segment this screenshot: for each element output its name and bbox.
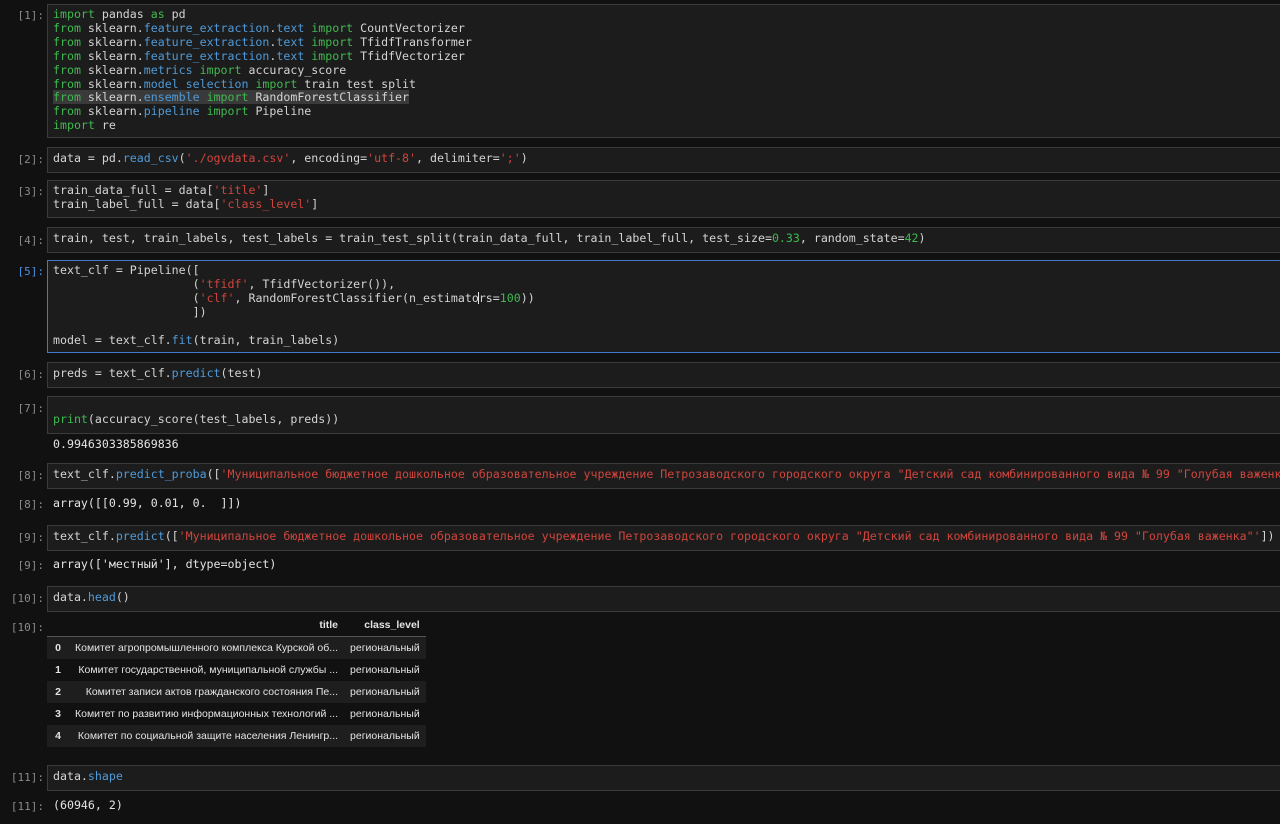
cell-code[interactable]: data.shape (53, 769, 123, 784)
cell-output: array(['местный'], dtype=object) (53, 557, 277, 571)
output-prompt: [8]: (17, 498, 45, 511)
class-level-cell: региональный (350, 664, 420, 676)
code-line: import pandas as pd (53, 7, 186, 21)
class-level-cell: региональный (350, 686, 420, 698)
dataframe-table: title class_level 0 Комитет агропромышле… (47, 614, 426, 747)
cell-code[interactable]: print(accuracy_score(test_labels, preds)… (53, 412, 339, 427)
cell-input[interactable] (47, 765, 1280, 791)
output-prompt: [11]: (10, 800, 44, 813)
cell-prompt: [7]: (17, 402, 45, 415)
table-row: 1 Комитет государственной, муниципальной… (47, 659, 426, 681)
cell-prompt: [4]: (17, 234, 45, 247)
row-index: 4 (55, 730, 61, 742)
table-row: 3 Комитет по развитию информационных тех… (47, 703, 426, 725)
table-row: 4 Комитет по социальной защите населения… (47, 725, 426, 747)
cell-prompt: [11]: (10, 771, 44, 784)
title-cell: Комитет записи актов гражданского состоя… (85, 686, 339, 698)
table-row: 0 Комитет агропромышленного комплекса Ку… (47, 636, 426, 659)
cell-prompt: [8]: (17, 469, 45, 482)
cell-code[interactable]: train_data_full = data['title'] train_la… (53, 183, 318, 212)
title-cell: Комитет агропромышленного комплекса Курс… (75, 642, 339, 654)
cell-prompt: [3]: (17, 185, 45, 198)
cell-code[interactable]: import pandas as pd from sklearn.feature… (53, 7, 472, 133)
column-header: title (69, 614, 345, 637)
column-header: class_level (344, 614, 426, 637)
class-level-cell: региональный (350, 708, 420, 720)
code-line-highlighted: from sklearn.ensemble import RandomFores… (53, 90, 410, 105)
table-header-row: title class_level (47, 614, 426, 637)
cell-input[interactable] (47, 586, 1280, 612)
title-cell: Комитет государственной, муниципальной с… (78, 664, 339, 676)
row-index: 3 (55, 708, 61, 720)
code-line: import re (53, 118, 116, 133)
cell-prompt: [9]: (17, 531, 45, 544)
class-level-cell: региональный (350, 642, 420, 654)
cell-prompt: [1]: (17, 9, 45, 22)
index-header (47, 614, 69, 637)
text-cursor (478, 291, 480, 304)
cell-prompt: [5]: (17, 265, 45, 278)
cell-code[interactable]: data = pd.read_csv('./ogvdata.csv', enco… (53, 151, 528, 166)
title-cell: Комитет по социальной защите населения Л… (77, 730, 339, 742)
cell-prompt: [10]: (10, 592, 44, 605)
table-row: 2 Комитет записи актов гражданского сост… (47, 681, 426, 703)
row-index: 0 (55, 642, 61, 654)
row-index: 1 (55, 664, 61, 676)
code-line: from sklearn.feature_extraction.text imp… (53, 48, 465, 63)
code-line: from sklearn.model_selection import trai… (53, 76, 416, 91)
code-line: from sklearn.pipeline import Pipeline (53, 104, 312, 119)
output-prompt: [10]: (10, 621, 44, 634)
cell-code[interactable]: text_clf.predict_proba(['Муниципальное б… (53, 467, 1280, 482)
cell-prompt: [2]: (17, 153, 45, 166)
row-index: 2 (55, 686, 61, 698)
cell-code[interactable]: preds = text_clf.predict(test) (53, 366, 262, 381)
cell-prompt: [6]: (17, 368, 45, 381)
class-level-cell: региональный (350, 730, 420, 742)
cell-code[interactable]: text_clf.predict(['Муниципальное бюджетн… (53, 529, 1275, 544)
cell-code[interactable]: data.head() (53, 590, 130, 605)
cell-output: (60946, 2) (53, 798, 123, 812)
cell-output: 0.9946303385869836 (53, 437, 179, 451)
code-line: from sklearn.feature_extraction.text imp… (53, 20, 465, 35)
output-prompt: [9]: (17, 559, 45, 572)
cell-output: array([[0.99, 0.01, 0. ]]) (53, 496, 242, 510)
code-line: from sklearn.feature_extraction.text imp… (53, 34, 472, 49)
cell-code[interactable]: train, test, train_labels, test_labels =… (53, 231, 926, 246)
title-cell: Комитет по развитию информационных техно… (75, 708, 339, 720)
cell-code[interactable]: text_clf = Pipeline([ ('tfidf', TfidfVec… (53, 263, 535, 347)
code-line: from sklearn.metrics import accuracy_sco… (53, 62, 347, 77)
